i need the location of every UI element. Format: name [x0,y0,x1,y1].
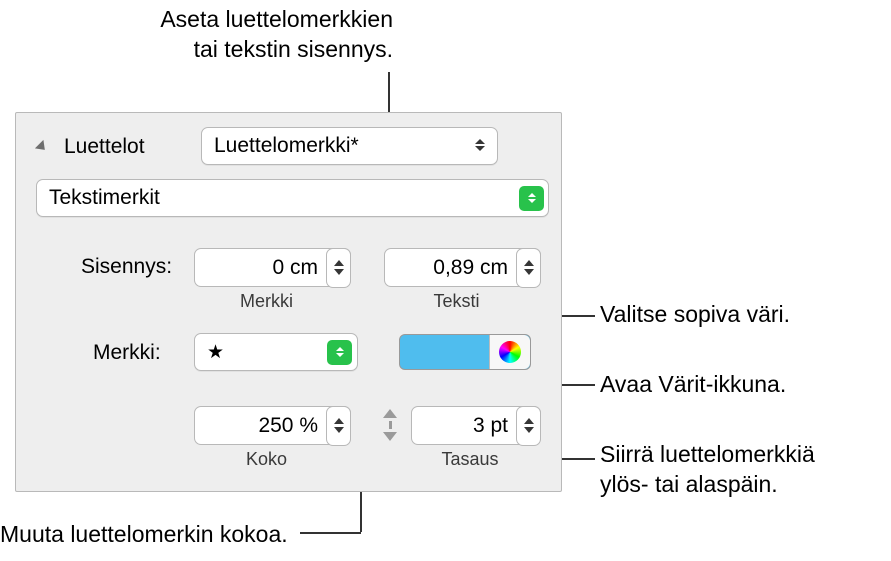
size-sublabel: Koko [194,449,339,470]
list-style-value: Luettelomerkki* [214,134,359,158]
size-stepper[interactable] [326,406,351,446]
lists-label: Luettelot [64,135,145,159]
size-value: 250 % [205,414,324,438]
indent-bullet-value: 0 cm [205,256,324,280]
indent-bullet-field[interactable]: 0 cm [194,248,351,287]
callout-indent: Aseta luettelomerkkien tai tekstin sisen… [103,5,393,65]
link-size-arrows-icon [379,409,401,441]
char-label: Merkki: [93,341,161,365]
indent-bullet-stepper[interactable] [326,248,351,288]
indent-text-value: 0,89 cm [395,256,514,280]
disclosure-triangle-icon[interactable] [38,141,56,159]
indent-label: Sisennys: [81,255,172,279]
char-glyph: ★ [207,341,224,364]
indent-text-stepper[interactable] [516,248,541,288]
list-style-popup[interactable]: Luettelomerkki* [201,127,498,165]
chevron-updown-green-icon [327,340,352,365]
align-sublabel: Tasaus [411,449,529,470]
rainbow-icon [499,341,521,363]
color-wheel-button[interactable] [489,335,530,369]
chevron-updown-green-icon [519,186,544,211]
indent-text-field[interactable]: 0,89 cm [384,248,541,287]
callout-colorwindow: Avaa Värit-ikkuna. [600,370,786,400]
callout-align: Siirrä luettelomerkkiä ylös- tai alaspäi… [600,440,815,500]
callout-color: Valitse sopiva väri. [600,300,790,330]
bullet-type-popup[interactable]: Tekstimerkit [36,179,549,217]
align-field[interactable]: 3 pt [411,406,541,445]
align-value: 3 pt [422,414,514,438]
color-well[interactable] [399,334,531,370]
bullet-type-value: Tekstimerkit [49,186,160,210]
align-stepper[interactable] [516,406,541,446]
callout-size: Muuta luettelomerkin kokoa. [0,520,288,550]
lists-panel: Luettelot Luettelomerkki* Tekstimerkit S… [15,112,562,492]
size-field[interactable]: 250 % [194,406,351,445]
char-popup[interactable]: ★ [194,333,358,371]
indent-text-sublabel: Teksti [384,291,529,312]
chevron-updown-icon [475,139,489,153]
indent-bullet-sublabel: Merkki [194,291,339,312]
